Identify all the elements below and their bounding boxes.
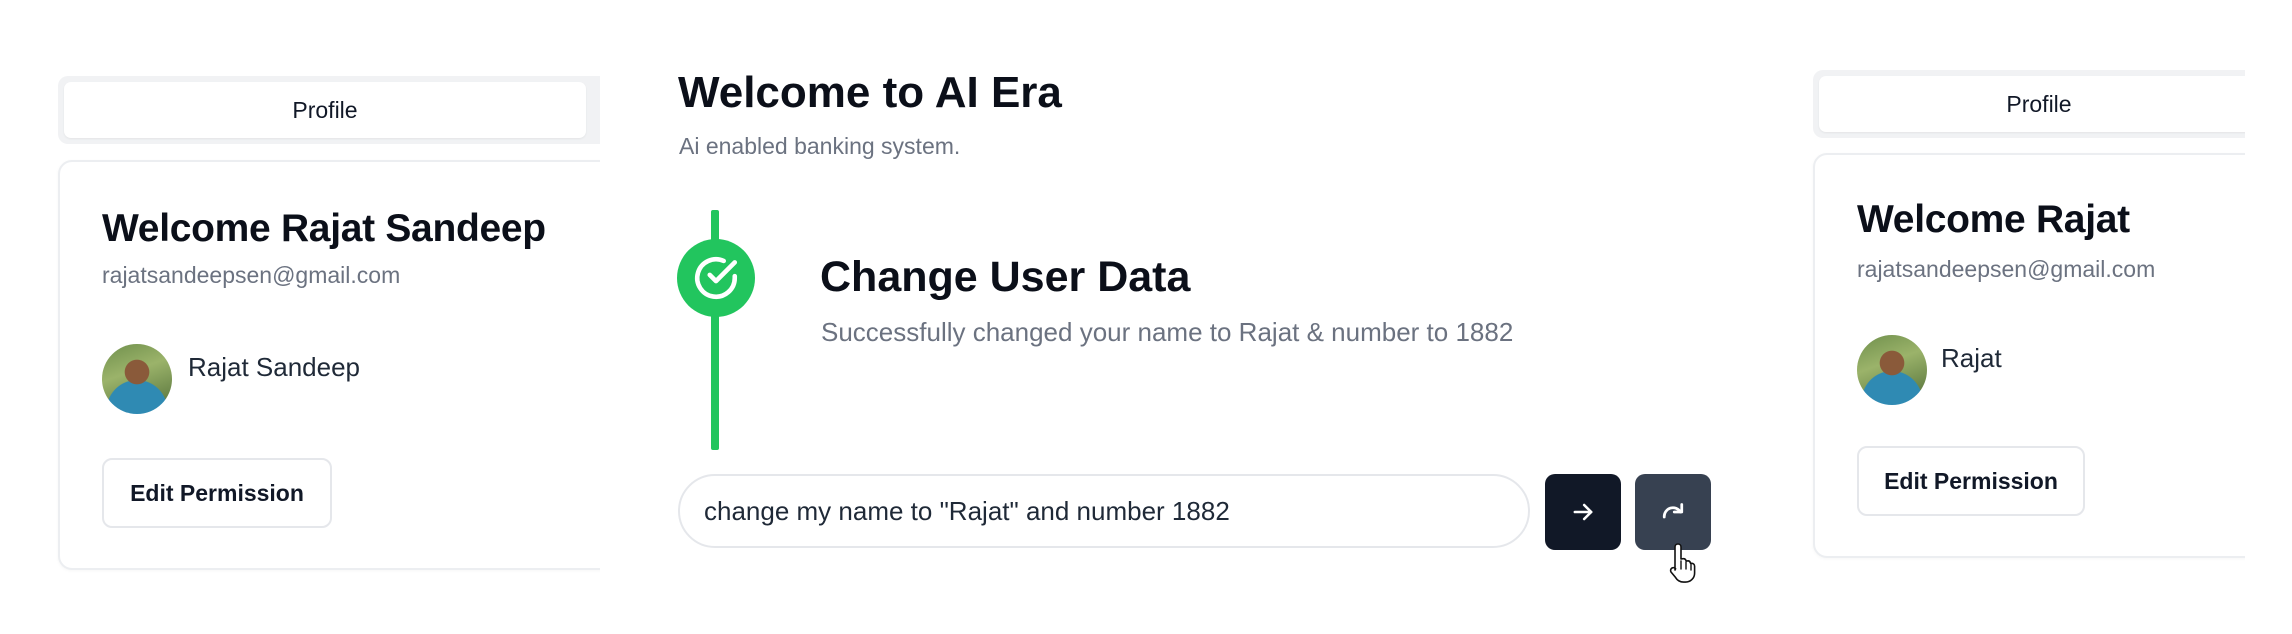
profile-tab[interactable]: Profile	[1819, 76, 2245, 132]
arrow-right-icon	[1573, 503, 1593, 521]
step-description: Successfully changed your name to Rajat …	[821, 317, 1514, 347]
user-email: rajatsandeepsen@gmail.com	[102, 262, 401, 288]
user-name: Rajat	[1941, 343, 2002, 373]
welcome-heading: Welcome Rajat	[1857, 198, 2130, 241]
check-circle-icon	[677, 239, 755, 317]
profile-card: Welcome Rajat Sandeep rajatsandeepsen@gm…	[58, 160, 600, 570]
avatar	[102, 344, 172, 414]
hand-cursor-icon	[1669, 543, 1696, 583]
profile-tab-strip: Profile	[1813, 70, 2245, 138]
send-button[interactable]	[1545, 474, 1621, 550]
edit-permission-button[interactable]: Edit Permission	[1857, 446, 2085, 516]
welcome-heading: Welcome Rajat Sandeep	[102, 207, 546, 250]
edit-permission-button[interactable]: Edit Permission	[102, 458, 332, 528]
prompt-input[interactable]	[678, 474, 1530, 548]
profile-card: Welcome Rajat rajatsandeepsen@gmail.com …	[1813, 153, 2245, 558]
profile-panel-after: Profile Welcome Rajat rajatsandeepsen@gm…	[1805, 0, 2245, 634]
profile-tab-strip: Profile	[58, 76, 600, 144]
page-subtitle: Ai enabled banking system.	[679, 133, 961, 159]
screen: Profile Welcome Rajat Sandeep rajatsande…	[0, 0, 2292, 634]
avatar	[1857, 335, 1927, 405]
profile-panel-before: Profile Welcome Rajat Sandeep rajatsande…	[0, 0, 600, 634]
page-title: Welcome to AI Era	[678, 68, 1062, 117]
user-email: rajatsandeepsen@gmail.com	[1857, 256, 2156, 282]
redo-icon	[1662, 503, 1684, 519]
user-name: Rajat Sandeep	[188, 352, 361, 382]
step-title: Change User Data	[820, 253, 1191, 301]
redo-button[interactable]	[1635, 474, 1711, 550]
profile-tab[interactable]: Profile	[64, 82, 586, 138]
